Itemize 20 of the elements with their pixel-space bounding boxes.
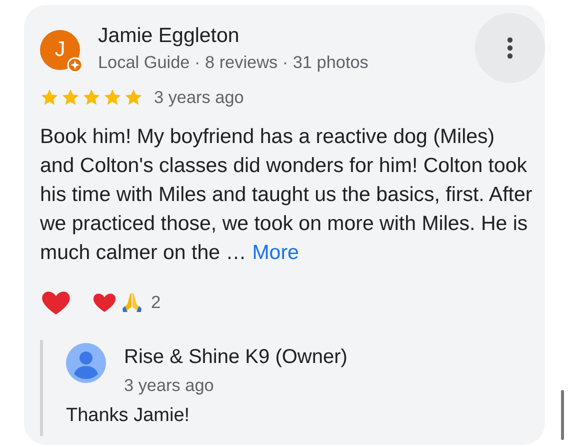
- star-icon: [124, 88, 143, 107]
- reply-time: 3 years ago: [124, 375, 215, 396]
- person-avatar-icon: [66, 343, 106, 383]
- star-icon: [40, 88, 59, 107]
- more-options-icon: [507, 37, 513, 59]
- scrollbar[interactable]: [561, 390, 564, 440]
- review-time: 3 years ago: [154, 87, 244, 108]
- star-icon: [61, 88, 80, 107]
- star-icon: [103, 88, 122, 107]
- avatar-initial: J: [54, 38, 66, 62]
- reaction-count: 2: [151, 292, 161, 312]
- more-link[interactable]: More: [252, 241, 299, 264]
- avatar[interactable]: J: [40, 30, 80, 70]
- praying-hands-icon: [120, 290, 144, 314]
- star-icon: [82, 88, 101, 107]
- reviewer-name[interactable]: Jamie Eggleton: [98, 24, 368, 48]
- review-text: Book him! My boyfriend has a reactive dog (Miles) and Colton's classes did wonders for him! Colton took his time with Miles and taught us the basics, first. After we practiced those, we took on more with Miles. He is much calmer on the … More: [40, 124, 534, 266]
- reviewer-stats: Local Guide · 8 reviews · 31 photos: [98, 52, 368, 73]
- reply-text: Thanks Jamie!: [66, 405, 191, 427]
- owner-name: Rise & Shine K9 (Owner): [124, 346, 348, 369]
